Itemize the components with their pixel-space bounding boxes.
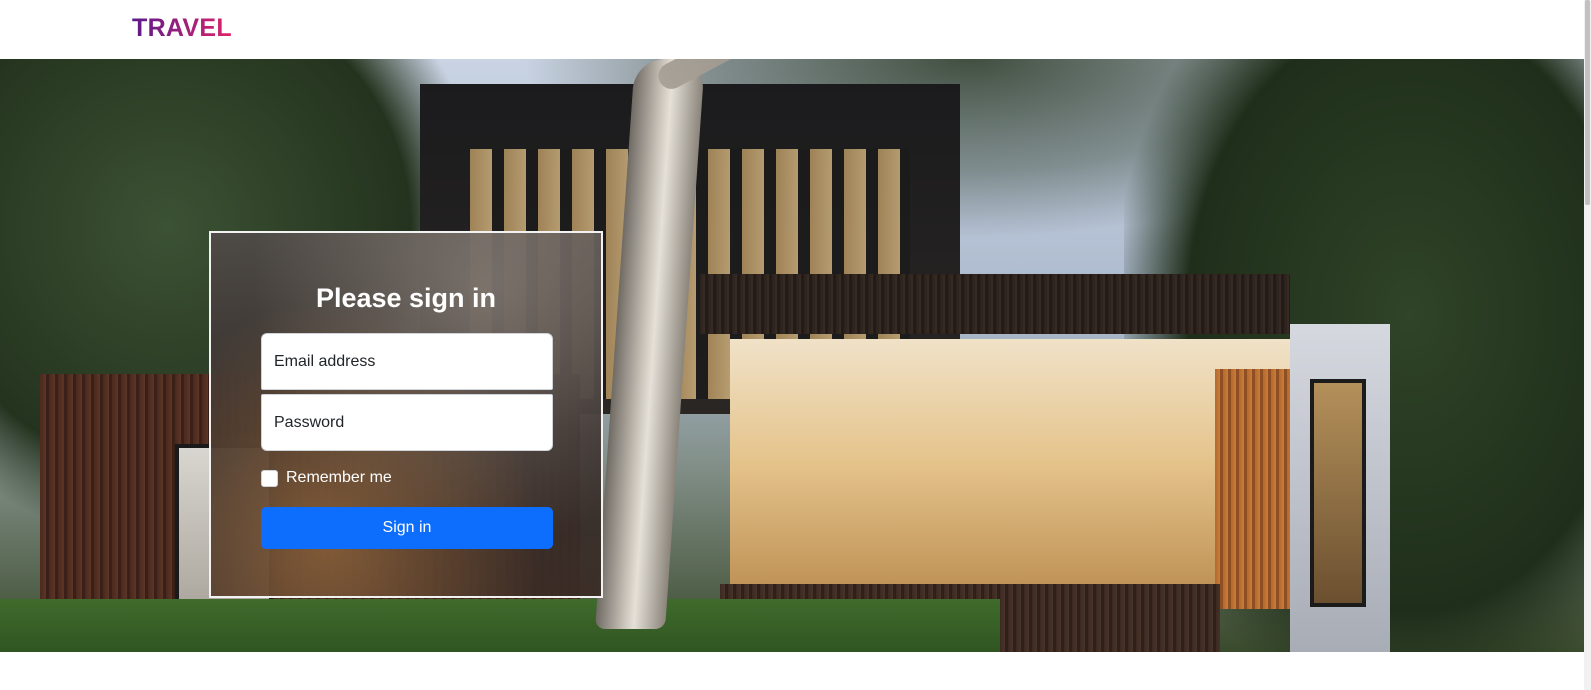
remember-me[interactable]: Remember me (261, 469, 392, 487)
remember-me-label: Remember me (286, 469, 392, 486)
scrollbar[interactable] (1584, 0, 1591, 690)
page: TRAVEL Please sign in Remember me Sign i… (0, 0, 1591, 690)
signin-form: Please sign in Remember me Sign in (209, 231, 603, 598)
house-roof (700, 274, 1290, 334)
scrollbar-thumb[interactable] (1585, 0, 1590, 205)
lawn (0, 599, 1000, 652)
password-field[interactable] (261, 394, 553, 451)
house-wood-panel (1215, 369, 1295, 609)
house-side-window (1310, 379, 1366, 607)
signin-title: Please sign in (315, 283, 497, 313)
navbar: TRAVEL (0, 0, 1584, 59)
hero-background-image: Please sign in Remember me Sign in (0, 59, 1584, 652)
remember-me-checkbox[interactable] (261, 469, 278, 487)
signin-button[interactable]: Sign in (261, 507, 553, 549)
email-field[interactable] (261, 333, 553, 390)
brand-logo[interactable]: TRAVEL (132, 14, 232, 43)
